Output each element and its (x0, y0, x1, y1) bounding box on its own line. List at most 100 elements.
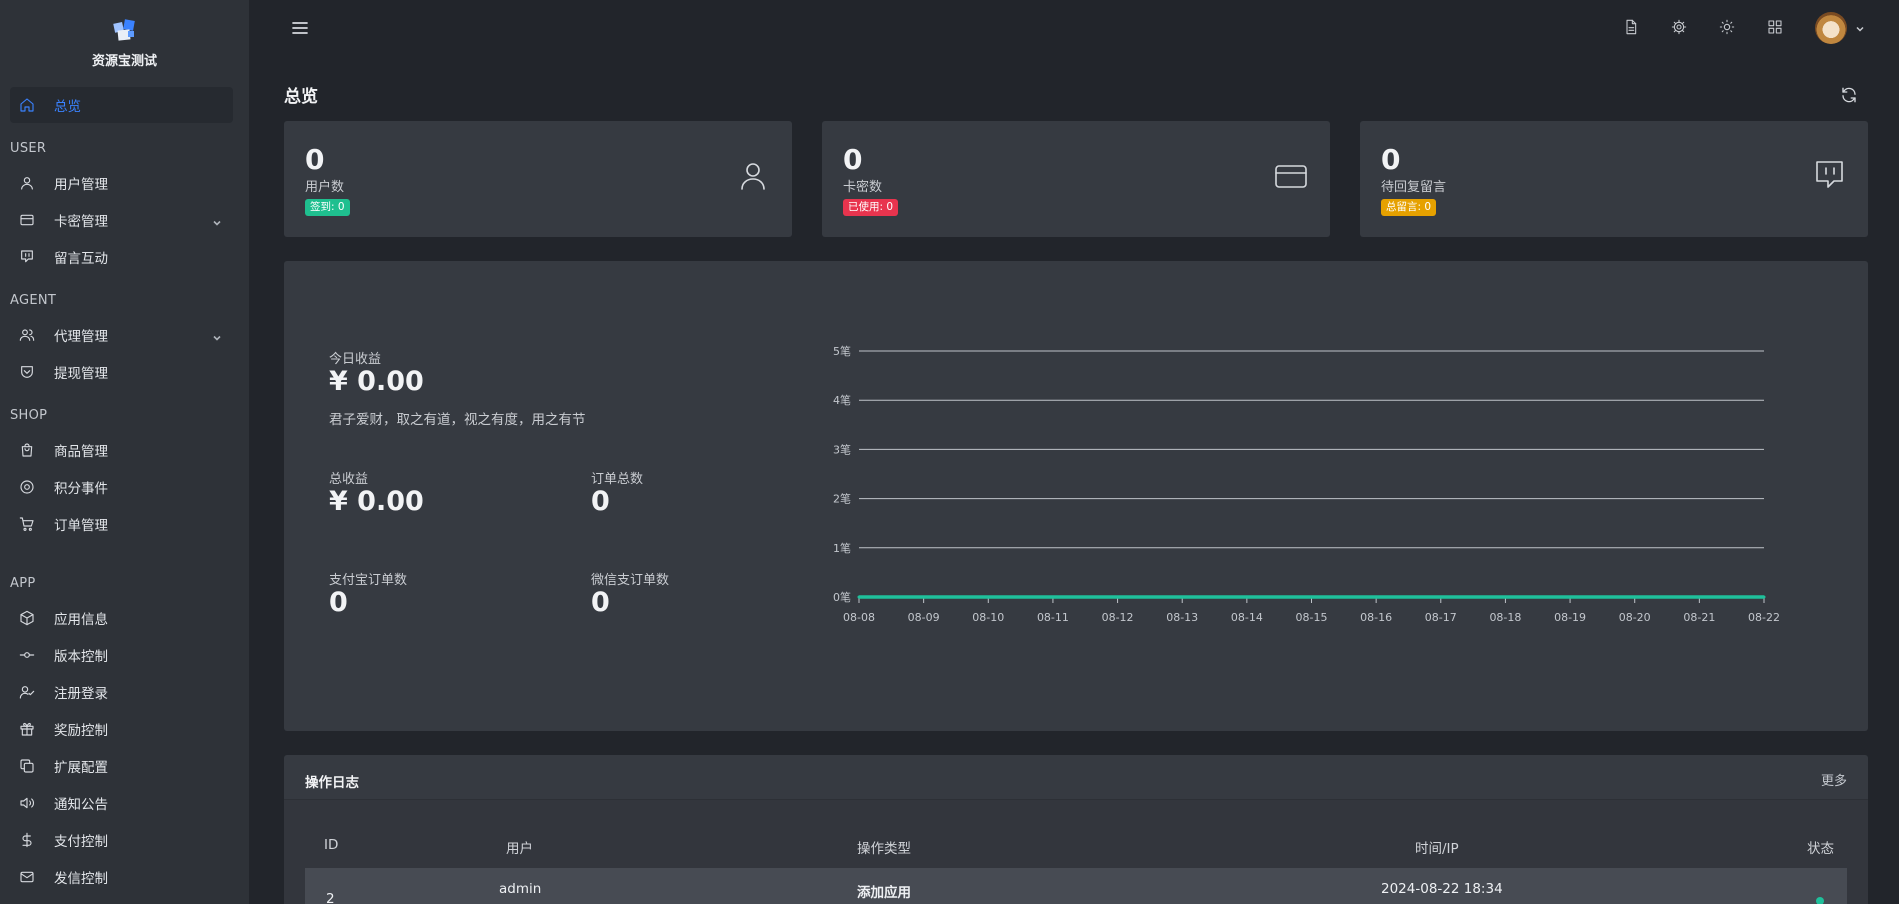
data-point (1180, 595, 1184, 599)
stat-value: 0 (1381, 143, 1401, 176)
column-header-user: 用户 (506, 841, 533, 857)
sidebar-item-label: 卡密管理 (54, 214, 108, 230)
status-dot (1816, 897, 1824, 904)
log-header: 操作日志 更多 (284, 755, 1868, 800)
sidebar-item-withdraw-management[interactable]: 提现管理 (10, 358, 233, 386)
status-badge: 签到: 0 (305, 199, 350, 216)
operation-log-panel: 操作日志 更多 ID 用户 操作类型 时间/IP 状态 2 admin 添加应用… (284, 755, 1868, 904)
chevron-down-icon[interactable] (1854, 20, 1866, 32)
column-header-time: 时间/IP (1415, 841, 1459, 857)
avatar[interactable] (1815, 12, 1847, 44)
sidebar-item-user-management[interactable]: 用户管理 (10, 169, 233, 197)
sidebar-item-payment-control[interactable]: 支付控制 (10, 826, 233, 854)
total-revenue-label: 总收益 (329, 472, 369, 487)
sidebar-item-label: 支付控制 (54, 834, 108, 850)
target-icon (18, 478, 36, 496)
message-icon (18, 248, 36, 266)
sun-icon[interactable] (1716, 16, 1738, 38)
sidebar-item-label: 通知公告 (54, 797, 108, 813)
chevron-down-icon (211, 214, 223, 226)
sidebar-item-label: 奖励控制 (54, 723, 108, 739)
sidebar-item-label: 总览 (54, 99, 81, 115)
x-tick-label: 08-11 (1037, 611, 1069, 624)
data-point (1439, 595, 1443, 599)
data-point (922, 595, 926, 599)
refresh-icon[interactable] (1840, 86, 1858, 104)
x-tick-label: 08-16 (1360, 611, 1392, 624)
menu-toggle-icon[interactable] (290, 18, 310, 38)
data-point (1245, 595, 1249, 599)
brand-logo-icon (112, 18, 138, 42)
wallet-icon (18, 363, 36, 381)
cell-time: 2024-08-22 18:34 (1381, 881, 1503, 897)
x-tick-label: 08-10 (972, 611, 1004, 624)
sidebar-item-register-login[interactable]: 注册登录 (10, 678, 233, 706)
wechat-orders-value: 0 (591, 587, 610, 618)
sidebar-item-overview[interactable]: 总览 (10, 87, 233, 123)
data-point (1116, 595, 1120, 599)
data-point (1568, 595, 1572, 599)
status-badge: 总留言: 0 (1381, 199, 1437, 216)
settings-icon[interactable] (1668, 16, 1690, 38)
order-total-value: 0 (591, 486, 610, 517)
x-tick-label: 08-09 (908, 611, 940, 624)
alipay-orders-value: 0 (329, 587, 348, 618)
stat-label: 待回复留言 (1381, 180, 1447, 195)
sidebar-item-label: 应用信息 (54, 612, 108, 628)
cell-action: 添加应用 (857, 885, 911, 901)
document-icon[interactable] (1620, 16, 1642, 38)
y-tick-label: 2笔 (833, 492, 851, 506)
column-header-id: ID (324, 837, 339, 853)
sidebar-item-points-events[interactable]: 积分事件 (10, 473, 233, 501)
sidebar-item-version-control[interactable]: 版本控制 (10, 641, 233, 669)
section-title-user: USER (10, 141, 47, 156)
user-icon (736, 159, 770, 193)
sidebar-item-card-management[interactable]: 卡密管理 (10, 206, 233, 234)
sidebar-item-label: 发信控制 (54, 871, 108, 887)
sidebar-item-app-info[interactable]: 应用信息 (10, 604, 233, 632)
column-header-action: 操作类型 (857, 841, 911, 857)
section-title-agent: AGENT (10, 293, 57, 308)
sidebar-item-label: 留言互动 (54, 251, 108, 267)
today-revenue-label: 今日收益 (329, 352, 382, 367)
sidebar-item-agent-management[interactable]: 代理管理 (10, 321, 233, 349)
data-point (857, 595, 861, 599)
sidebar-item-order-management[interactable]: 订单管理 (10, 510, 233, 538)
stat-label: 用户数 (305, 180, 345, 195)
cell-id: 2 (326, 891, 335, 904)
sidebar-item-label: 订单管理 (54, 518, 108, 534)
sidebar-item-reward-control[interactable]: 奖励控制 (10, 715, 233, 743)
x-tick-label: 08-22 (1748, 611, 1780, 624)
sidebar-item-product-management[interactable]: 商品管理 (10, 436, 233, 464)
total-revenue-value: ¥ 0.00 (329, 486, 424, 517)
data-point (1374, 595, 1378, 599)
log-more-link[interactable]: 更多 (1821, 770, 1847, 789)
sidebar-item-label: 版本控制 (54, 649, 108, 665)
sidebar-item-announcements[interactable]: 通知公告 (10, 789, 233, 817)
y-tick-label: 5笔 (833, 344, 851, 358)
copy-icon (18, 757, 36, 775)
sidebar-item-extension-config[interactable]: 扩展配置 (10, 752, 233, 780)
sidebar-item-mail-control[interactable]: 发信控制 (10, 863, 233, 891)
gift-icon (18, 720, 36, 738)
sidebar-item-label: 提现管理 (54, 366, 108, 382)
stat-value: 0 (305, 143, 325, 176)
mail-icon (18, 868, 36, 886)
home-icon (18, 96, 36, 114)
users-icon (18, 326, 36, 344)
grid-icon[interactable] (1764, 16, 1786, 38)
sidebar-item-messages[interactable]: 留言互动 (10, 243, 233, 271)
bag-icon (18, 441, 36, 459)
brand[interactable]: 资源宝测试 (0, 18, 249, 69)
x-tick-label: 08-20 (1619, 611, 1651, 624)
status-badge: 已使用: 0 (843, 199, 899, 216)
speaker-icon (18, 794, 36, 812)
x-tick-label: 08-21 (1683, 611, 1715, 624)
sidebar-item-label: 扩展配置 (54, 760, 108, 776)
x-tick-label: 08-15 (1296, 611, 1328, 624)
box-icon (18, 609, 36, 627)
x-tick-label: 08-14 (1231, 611, 1263, 624)
section-title-shop: SHOP (10, 408, 48, 423)
page-title: 总览 (284, 87, 318, 107)
y-tick-label: 0笔 (833, 590, 851, 604)
